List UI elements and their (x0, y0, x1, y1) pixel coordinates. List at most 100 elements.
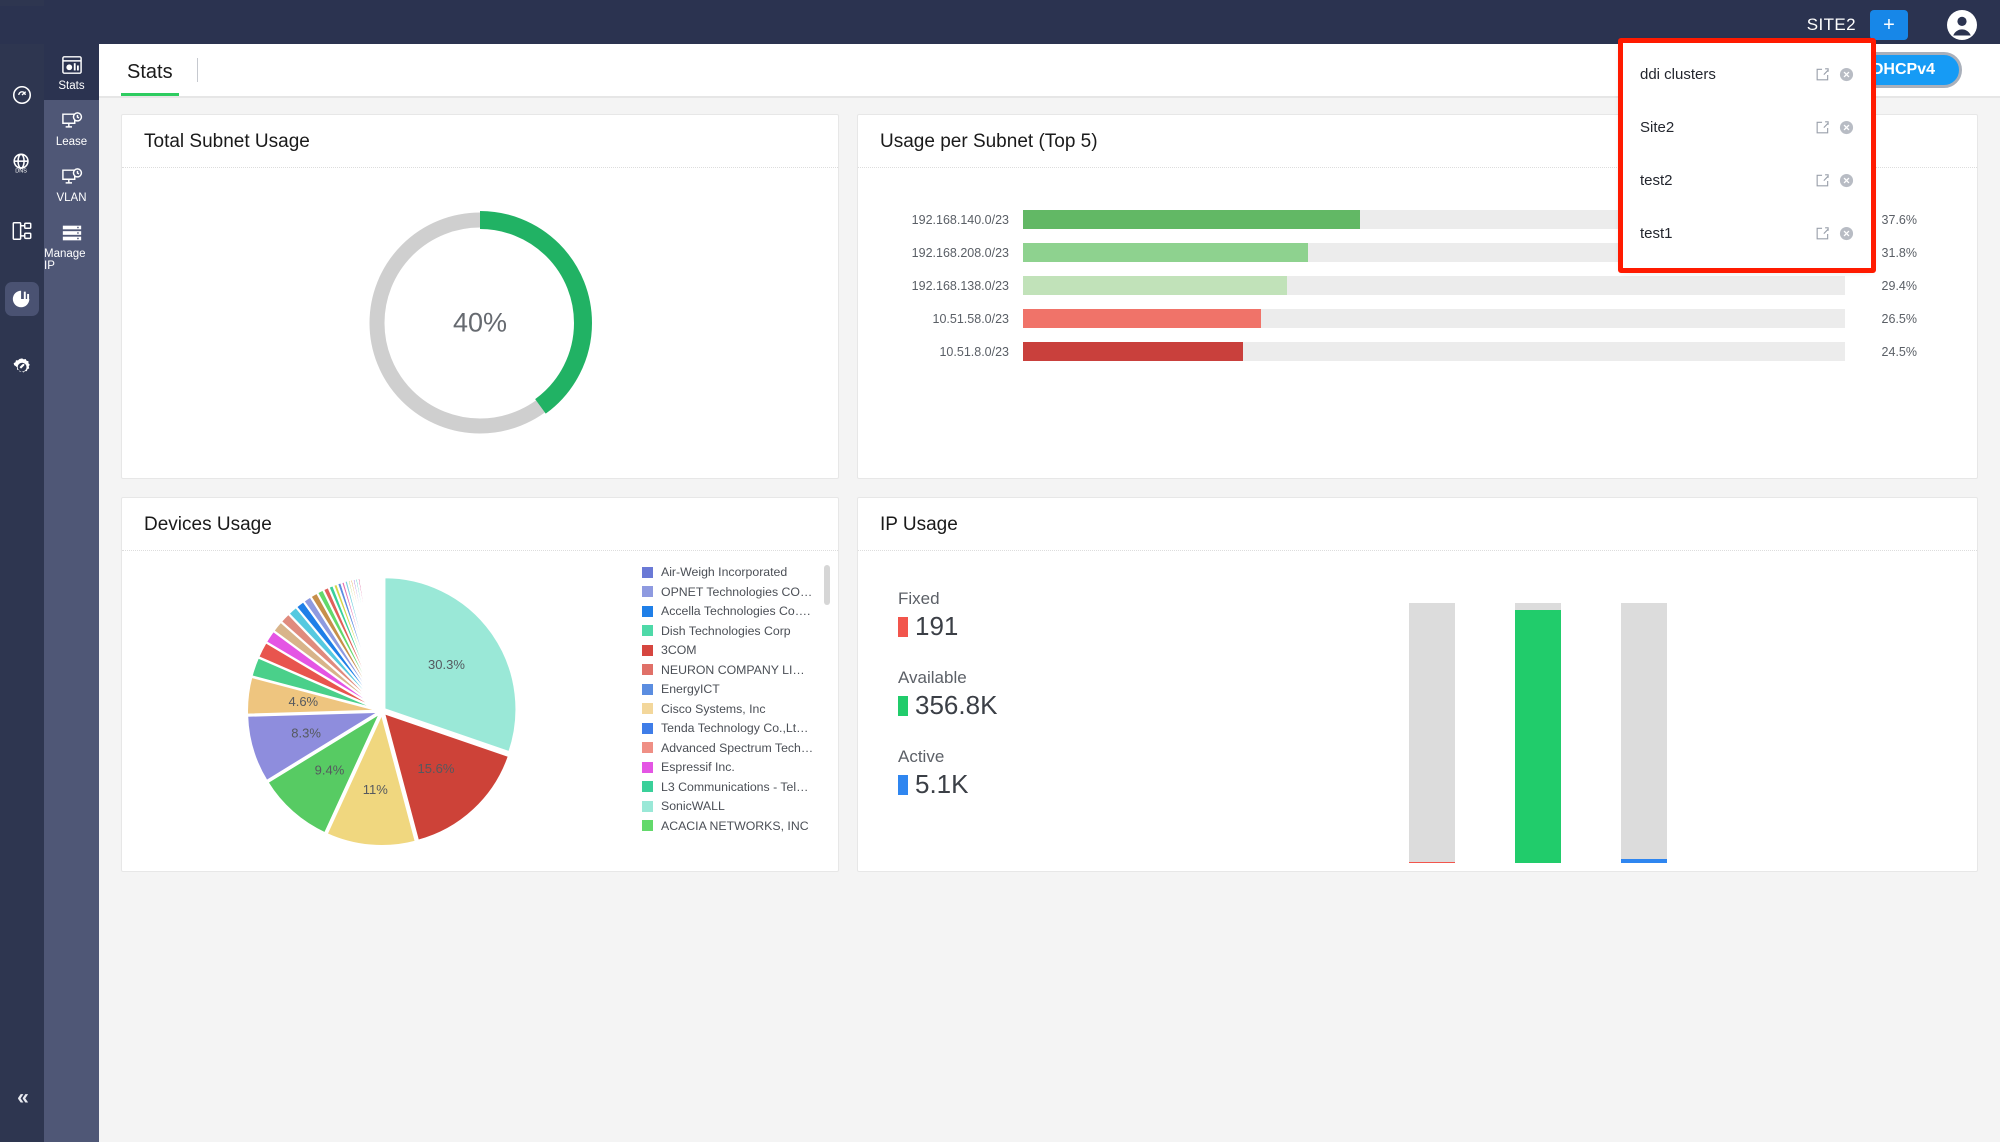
cluster-dropdown: ddi clusters Site2 (1622, 42, 1872, 268)
legend-swatch (642, 664, 653, 675)
delete-circle-icon[interactable] (1839, 120, 1854, 135)
card-title: Devices Usage (122, 498, 838, 551)
legend-item[interactable]: Accella Technologies Co…. (642, 604, 820, 618)
legend-label: Tenda Technology Co.,Lt… (661, 721, 808, 735)
stats-pie-icon[interactable] (5, 282, 39, 316)
ip-stat-value: 191 (915, 611, 958, 642)
sidebar-item-vlan[interactable]: VLAN (44, 156, 99, 212)
legend-label: 3COM (661, 643, 697, 657)
cluster-item-label: Site2 (1640, 119, 1815, 136)
sidebar-item-stats[interactable]: Stats (44, 44, 99, 100)
legend-label: Air-Weigh Incorporated (661, 565, 787, 579)
subnet-label: 10.51.8.0/23 (858, 345, 1023, 359)
add-site-button[interactable]: + (1870, 10, 1908, 40)
cluster-item-ddi-clusters[interactable]: ddi clusters (1622, 48, 1872, 101)
cluster-item-test2[interactable]: test2 (1622, 154, 1872, 207)
cluster-item-actions (1815, 226, 1854, 241)
subnet-label: 192.168.140.0/23 (858, 213, 1023, 227)
pie-slice-label: 8.3% (291, 726, 321, 741)
legend-swatch (642, 567, 653, 578)
legend-item[interactable]: 3COM (642, 643, 820, 657)
ip-usage-bar-fill (1409, 862, 1455, 863)
legend-item[interactable]: NEURON COMPANY LI… (642, 663, 820, 677)
legend-label: Advanced Spectrum Tech… (661, 741, 813, 755)
current-site-name: SITE2 (1807, 15, 1856, 35)
legend-item[interactable]: OPNET Technologies CO… (642, 585, 820, 599)
vlan-monitor-clock-icon (60, 165, 84, 189)
subnet-percent: 24.5% (1845, 345, 1917, 359)
pie-legend[interactable]: Air-Weigh Incorporated OPNET Technologies… (642, 565, 830, 857)
ip-usage-bar-fill (1515, 610, 1561, 864)
dns-globe-icon[interactable]: DNS (5, 146, 39, 180)
delete-circle-icon[interactable] (1839, 173, 1854, 188)
settings-wrench-icon[interactable] (5, 350, 39, 384)
cluster-item-site2[interactable]: Site2 (1622, 101, 1872, 154)
ip-stat-active: Active 5.1K (898, 747, 1188, 800)
legend-item[interactable]: L3 Communications - Tel… (642, 780, 820, 794)
delete-circle-icon[interactable] (1839, 67, 1854, 82)
legend-label: Dish Technologies Corp (661, 624, 791, 638)
pie-slice-label: 11% (363, 782, 388, 797)
topology-icon[interactable] (5, 214, 39, 248)
subnet-bar-fill (1023, 342, 1243, 361)
legend-item[interactable]: Air-Weigh Incorporated (642, 565, 820, 579)
subnet-bar-fill (1023, 276, 1287, 295)
card-devices-usage: Devices Usage 30.3%15.6%11%9.4%8.3%4.6% … (121, 497, 839, 872)
pie-slice-label: 15.6% (418, 761, 455, 776)
legend-label: NEURON COMPANY LI… (661, 663, 805, 677)
ip-stat-swatch (898, 775, 908, 795)
edit-icon[interactable] (1815, 173, 1830, 188)
legend-item[interactable]: EnergyICT (642, 682, 820, 696)
tab-stats[interactable]: Stats (121, 61, 179, 96)
ip-stat-value-row: 356.8K (898, 690, 1188, 721)
subnet-label: 192.168.138.0/23 (858, 279, 1023, 293)
legend-swatch (642, 645, 653, 656)
legend-item[interactable]: Advanced Spectrum Tech… (642, 741, 820, 755)
user-avatar-icon[interactable] (1946, 9, 1978, 41)
dashboard-gauge-icon[interactable] (5, 78, 39, 112)
legend-item[interactable]: Tenda Technology Co.,Lt… (642, 721, 820, 735)
cluster-item-actions (1815, 67, 1854, 82)
ip-usage-bar-track (1621, 603, 1667, 863)
card-total-subnet-usage: Total Subnet Usage 40% (121, 114, 839, 479)
secondary-nav: Stats Lease VLAN (44, 44, 99, 1142)
delete-circle-icon[interactable] (1839, 226, 1854, 241)
edit-icon[interactable] (1815, 67, 1830, 82)
ip-stat-label: Fixed (898, 589, 1188, 609)
legend-swatch (642, 606, 653, 617)
legend-scrollbar[interactable] (824, 565, 830, 605)
tab-separator (197, 58, 198, 82)
edit-icon[interactable] (1815, 226, 1830, 241)
subnet-bar-track (1023, 276, 1845, 295)
sidebar-item-manage-ip[interactable]: Manage IP (44, 212, 99, 280)
ip-stat-value-row: 5.1K (898, 769, 1188, 800)
legend-item[interactable]: Dish Technologies Corp (642, 624, 820, 638)
legend-swatch (642, 723, 653, 734)
rail-icon-list: DNS (5, 78, 39, 384)
subnet-percent: 29.4% (1845, 279, 1917, 293)
sidebar-item-lease[interactable]: Lease (44, 100, 99, 156)
total-subnet-usage-chart: 40% (122, 168, 838, 478)
collapse-sidebar-button[interactable]: « (0, 1086, 44, 1110)
stats-window-icon (60, 53, 84, 77)
cluster-item-test1[interactable]: test1 (1622, 207, 1872, 260)
legend-label: Accella Technologies Co…. (661, 604, 810, 618)
legend-swatch (642, 625, 653, 636)
ip-usage-bar-track (1409, 603, 1455, 863)
legend-item[interactable]: Cisco Systems, Inc (642, 702, 820, 716)
cluster-item-actions (1815, 173, 1854, 188)
ip-stat-available: Available 356.8K (898, 668, 1188, 721)
legend-item[interactable]: SonicWALL (642, 799, 820, 813)
legend-label: L3 Communications - Tel… (661, 780, 808, 794)
subnet-bar-fill (1023, 210, 1360, 229)
cluster-item-label: test2 (1640, 172, 1815, 189)
subnet-bar-fill (1023, 309, 1261, 328)
legend-swatch (642, 742, 653, 753)
legend-item[interactable]: Espressif Inc. (642, 760, 820, 774)
legend-label: EnergyICT (661, 682, 720, 696)
subnet-label: 10.51.58.0/23 (858, 312, 1023, 326)
edit-icon[interactable] (1815, 120, 1830, 135)
legend-item[interactable]: ACACIA NETWORKS, INC (642, 819, 820, 833)
subnet-bar-track (1023, 309, 1845, 328)
ip-stat-label: Active (898, 747, 1188, 767)
